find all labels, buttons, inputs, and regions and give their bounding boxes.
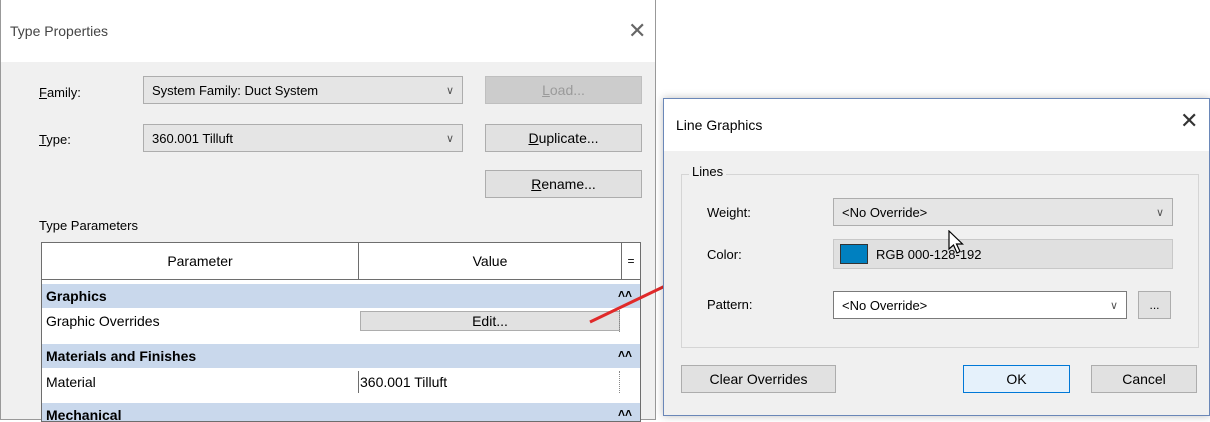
- type-properties-dialog: Type Properties ✕ Family: System Family:…: [0, 0, 656, 422]
- edit-button[interactable]: Edit...: [360, 311, 620, 331]
- color-button[interactable]: RGB 000-128-192: [833, 239, 1173, 269]
- pattern-label: Pattern:: [707, 297, 753, 312]
- table-row: Graphic Overrides Edit...: [42, 310, 640, 332]
- mouse-cursor-icon: [948, 230, 964, 254]
- title-bar: Line Graphics ✕: [664, 99, 1209, 151]
- color-label: Color:: [707, 247, 742, 262]
- duplicate-button[interactable]: Duplicate...: [485, 124, 642, 152]
- parameter-name: Material: [46, 374, 96, 390]
- cancel-button[interactable]: Cancel: [1091, 365, 1197, 393]
- ok-button[interactable]: OK: [963, 365, 1070, 393]
- clear-overrides-button[interactable]: Clear Overrides: [681, 365, 836, 393]
- chevron-down-icon: ∨: [445, 83, 454, 97]
- title-bar: Type Properties ✕: [1, 0, 655, 62]
- group-materials-and-finishes[interactable]: Materials and Finishes ˄˄: [42, 344, 640, 368]
- type-select[interactable]: 360.001 Tilluft ∨: [143, 124, 463, 152]
- type-label: Type:: [39, 132, 71, 147]
- collapse-icon[interactable]: ˄˄: [618, 406, 632, 420]
- family-value: System Family: Duct System: [152, 82, 319, 98]
- parameter-name: Graphic Overrides: [46, 313, 160, 329]
- weight-select[interactable]: <No Override> ∨: [833, 198, 1173, 226]
- group-graphics[interactable]: Graphics ˄˄: [42, 284, 640, 308]
- group-mechanical[interactable]: Mechanical ˄˄: [42, 403, 640, 421]
- column-header-value[interactable]: Value: [359, 243, 621, 279]
- table-header: Parameter Value =: [42, 243, 640, 280]
- collapse-icon[interactable]: ˄˄: [618, 287, 632, 301]
- pattern-select[interactable]: <No Override> ∨: [833, 291, 1127, 319]
- chevron-down-icon: ∨: [1155, 205, 1164, 219]
- table-row: Material 360.001 Tilluft: [42, 371, 640, 393]
- close-icon[interactable]: ✕: [1180, 111, 1198, 133]
- line-graphics-dialog: Line Graphics ✕ Lines Weight: <No Overri…: [663, 98, 1210, 416]
- collapse-icon[interactable]: ˄˄: [618, 347, 632, 361]
- rename-button[interactable]: Rename...: [485, 170, 642, 198]
- color-swatch: [840, 244, 868, 264]
- chevron-down-icon: ∨: [445, 131, 454, 145]
- type-parameters-heading: Type Parameters: [39, 218, 138, 233]
- family-select[interactable]: System Family: Duct System ∨: [143, 76, 463, 104]
- dialog-title: Type Properties: [10, 23, 109, 39]
- close-icon[interactable]: ✕: [628, 21, 646, 43]
- column-header-parameter[interactable]: Parameter: [42, 243, 358, 279]
- chevron-down-icon: ∨: [1109, 298, 1118, 312]
- lines-group-title: Lines: [689, 164, 727, 179]
- family-label: Family:: [39, 85, 81, 100]
- load-button[interactable]: Load...: [485, 76, 642, 104]
- pattern-more-button[interactable]: ...: [1138, 291, 1171, 319]
- weight-value: <No Override>: [842, 204, 928, 220]
- parameters-table: Parameter Value = Graphics ˄˄ Graphic Ov…: [41, 242, 641, 422]
- dialog-title: Line Graphics: [676, 117, 763, 133]
- type-value: 360.001 Tilluft: [152, 130, 233, 146]
- parameter-value[interactable]: 360.001 Tilluft: [360, 374, 447, 390]
- weight-label: Weight:: [707, 205, 751, 220]
- column-header-extra[interactable]: =: [622, 243, 640, 279]
- pattern-value: <No Override>: [842, 297, 928, 313]
